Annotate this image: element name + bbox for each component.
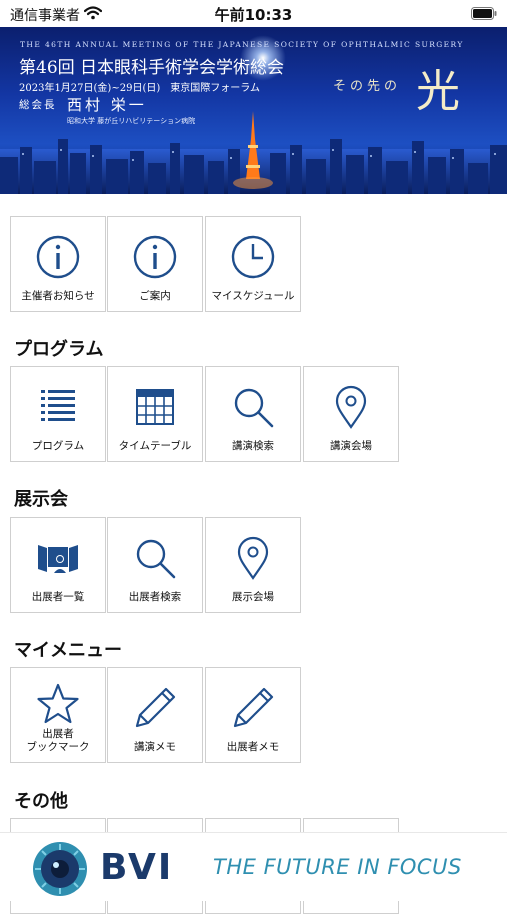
- eye-logo-icon: [33, 842, 87, 896]
- tile-label: 展示会場: [232, 591, 274, 603]
- list-icon: [41, 390, 75, 421]
- search-icon: [136, 539, 176, 579]
- pencil-icon: [135, 687, 176, 728]
- menu-tile-guide[interactable]: ご案内: [107, 216, 203, 312]
- president-label: 総会長: [19, 99, 57, 111]
- section-title-other: その他: [14, 791, 68, 812]
- info-icon: [133, 235, 177, 279]
- menu-tile-program[interactable]: プログラム: [10, 366, 106, 462]
- tile-label: 講演メモ: [134, 741, 176, 753]
- banner-dates: 2023年1月27日(金)~29日(日) 東京国際フォーラム: [19, 83, 260, 94]
- tile-label: 講演検索: [232, 440, 274, 452]
- tile-label: 出展者一覧: [31, 591, 85, 603]
- menu-tile-exhibitor-search[interactable]: 出展者検索: [107, 517, 203, 613]
- location-pin-icon: [335, 385, 367, 429]
- sponsor-banner[interactable]: BVI THE FUTURE IN FOCUS: [0, 832, 507, 901]
- sponsor-brand: BVI: [100, 847, 174, 888]
- section-title-my-menu: マイメニュー: [14, 640, 122, 661]
- tile-label: タイムテーブル: [118, 440, 192, 452]
- menu-tile-exhibitor-list[interactable]: 出展者一覧: [10, 517, 106, 613]
- banner-title: 第46回 日本眼科手術学会学術総会: [19, 58, 285, 78]
- banner-tagline: その先の: [333, 79, 402, 94]
- tile-label: マイスケジュール: [211, 290, 295, 302]
- president-affiliation: 昭和大学 藤が丘リハビリテーション病院: [67, 117, 196, 125]
- star-icon: [37, 683, 79, 724]
- menu-tile-timetable[interactable]: タイムテーブル: [107, 366, 203, 462]
- search-icon: [234, 388, 274, 428]
- menu-tile-lecture-memo[interactable]: 講演メモ: [107, 667, 203, 763]
- calendar-icon: [136, 389, 174, 425]
- menu-tile-my-schedule[interactable]: マイスケジュール: [205, 216, 301, 312]
- clock-icon: [231, 235, 275, 279]
- section-title-exhibition: 展示会: [14, 489, 68, 510]
- menu-tile-exhibitor-bookmark[interactable]: 出展者 ブックマーク: [10, 667, 106, 763]
- menu-tile-lecture-venue[interactable]: 講演会場: [303, 366, 399, 462]
- pencil-icon: [233, 687, 274, 728]
- status-bar: 通信事業者 午前10:33: [0, 0, 507, 27]
- tile-label: 講演会場: [330, 440, 372, 452]
- tile-label: 主催者お知らせ: [21, 290, 95, 302]
- tile-label: ご案内: [139, 290, 171, 302]
- sponsor-slogan: THE FUTURE IN FOCUS: [213, 855, 462, 879]
- info-icon: [36, 235, 80, 279]
- clock-time: 午前10:33: [214, 6, 293, 24]
- section-title-program: プログラム: [14, 339, 104, 360]
- tile-label: プログラム: [31, 440, 85, 452]
- menu-tile-exhibitor-memo[interactable]: 出展者メモ: [205, 667, 301, 763]
- tile-label-line1: 出展者: [42, 728, 74, 740]
- location-pin-icon: [237, 536, 269, 580]
- tile-label: 出展者メモ: [226, 741, 280, 753]
- exhibitor-board-icon: [38, 545, 78, 573]
- president-name: 西村 栄一: [67, 96, 147, 114]
- menu-tile-exhibition-venue[interactable]: 展示会場: [205, 517, 301, 613]
- tile-label: 出展者検索: [128, 591, 182, 603]
- banner-english-title: THE 46TH ANNUAL MEETING OF THE JAPANESE …: [20, 40, 464, 49]
- tile-label-line2: ブックマーク: [26, 741, 90, 753]
- banner-hikari: 光: [416, 66, 460, 117]
- menu-tile-organizer-news[interactable]: 主催者お知らせ: [10, 216, 106, 312]
- conference-banner: THE 46TH ANNUAL MEETING OF THE JAPANESE …: [0, 27, 507, 194]
- menu-tile-lecture-search[interactable]: 講演検索: [205, 366, 301, 462]
- battery-icon: [471, 7, 497, 20]
- tile-label: 出展者 ブックマーク: [11, 728, 105, 754]
